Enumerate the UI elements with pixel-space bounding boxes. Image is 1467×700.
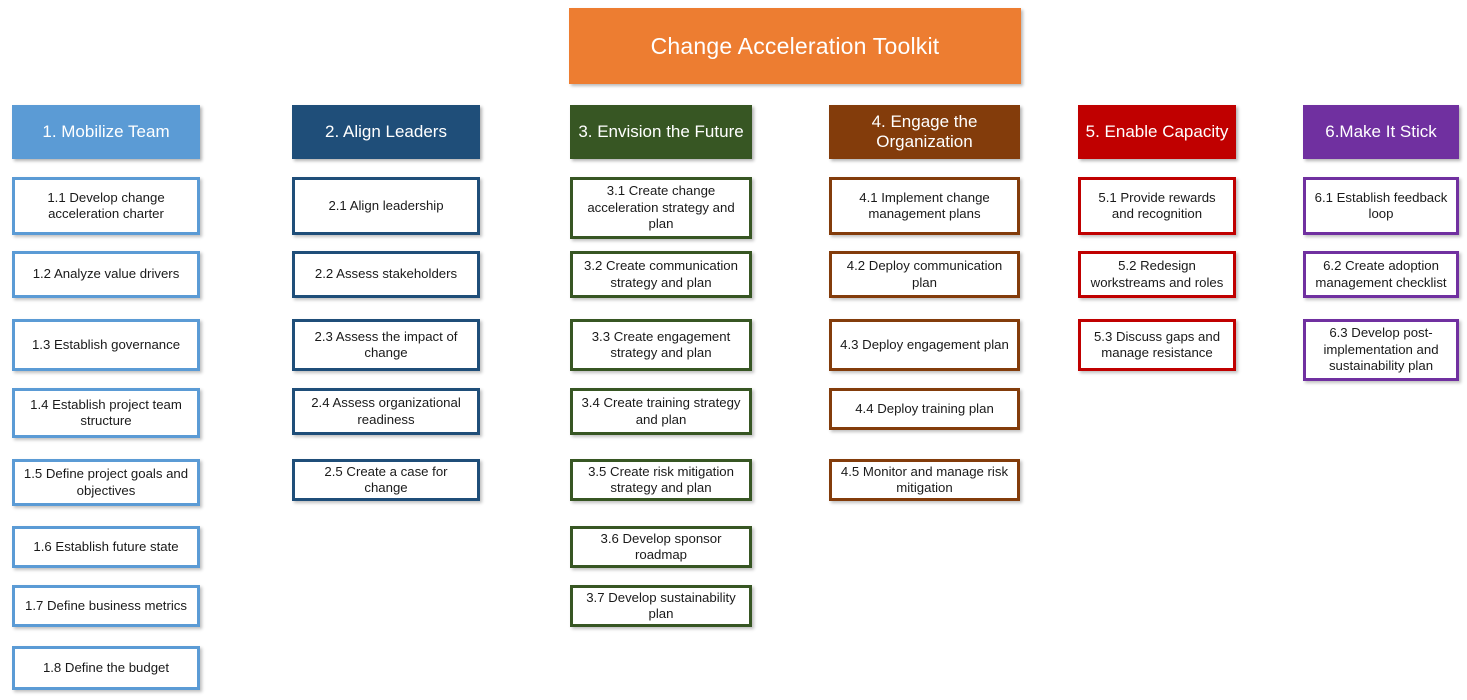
- task-box-label: 5.2 Redesign workstreams and roles: [1090, 258, 1224, 290]
- task-box-mobilize-team-8[interactable]: 1.8 Define the budget: [12, 646, 200, 690]
- task-box-label: 1.7 Define business metrics: [25, 597, 187, 613]
- task-box-label: 1.3 Establish governance: [31, 336, 181, 352]
- column-header-enable-capacity[interactable]: 5. Enable Capacity: [1078, 105, 1236, 159]
- column-header-align-leaders[interactable]: 2. Align Leaders: [292, 105, 480, 159]
- task-box-label: 4.5 Monitor and manage risk mitigation: [840, 463, 1009, 496]
- column-header-label: 6.Make It Stick: [1325, 122, 1437, 141]
- task-box-label: 3.3 Create engagement strategy and plan: [591, 328, 731, 361]
- column-make-it-stick: 6.Make It Stick 6.1 Establish feedback lo…: [1303, 105, 1459, 381]
- task-box-enable-capacity-3[interactable]: 5.3 Discuss gaps and manage resistance: [1078, 319, 1236, 371]
- task-box-mobilize-team-4[interactable]: 1.4 Establish project team structure: [12, 388, 200, 438]
- column-enable-capacity: 5. Enable Capacity 5.1 Provide rewards an…: [1078, 105, 1236, 371]
- task-box-envision-the-future-6[interactable]: 3.6 Develop sponsor roadmap: [570, 526, 752, 568]
- task-box-engage-the-organization-1[interactable]: 4.1 Implement change management plans: [829, 177, 1020, 235]
- column-header-label: 4. Engage the Organization: [871, 112, 978, 151]
- task-box-make-it-stick-1[interactable]: 6.1 Establish feedback loop: [1303, 177, 1459, 235]
- column-header-label: 3. Envision the Future: [578, 122, 744, 141]
- task-box-envision-the-future-4[interactable]: 3.4 Create training strategy and plan: [570, 388, 752, 435]
- task-box-make-it-stick-3[interactable]: 6.3 Develop post-implementation and sust…: [1303, 319, 1459, 381]
- task-box-envision-the-future-2[interactable]: 3.2 Create communication strategy and pl…: [570, 251, 752, 298]
- task-box-mobilize-team-3[interactable]: 1.3 Establish governance: [12, 319, 200, 371]
- column-header-label: 2. Align Leaders: [325, 122, 447, 141]
- task-box-mobilize-team-5[interactable]: 1.5 Define project goals and objectives: [12, 459, 200, 506]
- task-box-label: 2.4 Assess organizational readiness: [311, 395, 461, 427]
- column-header-label: 1. Mobilize Team: [42, 122, 170, 141]
- column-header-mobilize-team[interactable]: 1. Mobilize Team: [12, 105, 200, 159]
- diagram-title-banner: Change Acceleration Toolkit: [569, 8, 1021, 84]
- task-box-label: 5.3 Discuss gaps and manage resistance: [1093, 328, 1221, 361]
- task-box-label: 2.1 Align leadership: [328, 197, 444, 213]
- task-box-label: 1.5 Define project goals and objectives: [23, 466, 189, 498]
- task-box-label: 1.6 Establish future state: [33, 538, 179, 554]
- task-box-engage-the-organization-2[interactable]: 4.2 Deploy communication plan: [829, 251, 1020, 298]
- task-box-label: 2.3 Assess the impact of change: [314, 328, 458, 361]
- task-box-align-leaders-1[interactable]: 2.1 Align leadership: [292, 177, 480, 235]
- task-box-label: 4.4 Deploy training plan: [855, 400, 994, 416]
- task-box-label: 1.1 Develop change acceleration charter: [47, 189, 165, 222]
- task-box-align-leaders-2[interactable]: 2.2 Assess stakeholders: [292, 251, 480, 298]
- task-box-envision-the-future-1[interactable]: 3.1 Create change acceleration strategy …: [570, 177, 752, 239]
- task-box-label: 3.1 Create change acceleration strategy …: [587, 183, 735, 232]
- task-box-envision-the-future-5[interactable]: 3.5 Create risk mitigation strategy and …: [570, 459, 752, 501]
- task-box-mobilize-team-7[interactable]: 1.7 Define business metrics: [12, 585, 200, 627]
- task-box-mobilize-team-6[interactable]: 1.6 Establish future state: [12, 526, 200, 568]
- task-box-make-it-stick-2[interactable]: 6.2 Create adoption management checklist: [1303, 251, 1459, 298]
- diagram-title-text: Change Acceleration Toolkit: [650, 32, 940, 59]
- column-align-leaders: 2. Align Leaders 2.1 Align leadership 2.2 …: [292, 105, 480, 501]
- task-box-label: 2.5 Create a case for change: [324, 463, 448, 496]
- task-box-label: 4.2 Deploy communication plan: [846, 258, 1003, 290]
- task-box-label: 3.7 Develop sustainability plan: [586, 589, 736, 622]
- task-box-mobilize-team-2[interactable]: 1.2 Analyze value drivers: [12, 251, 200, 298]
- task-box-label: 3.5 Create risk mitigation strategy and …: [588, 463, 734, 496]
- column-envision-the-future: 3. Envision the Future 3.1 Create change …: [570, 105, 752, 627]
- task-box-label: 4.1 Implement change management plans: [859, 189, 990, 222]
- task-box-label: 6.3 Develop post-implementation and sust…: [1323, 325, 1439, 374]
- task-box-label: 1.2 Analyze value drivers: [32, 266, 180, 282]
- task-box-enable-capacity-2[interactable]: 5.2 Redesign workstreams and roles: [1078, 251, 1236, 298]
- task-box-label: 1.8 Define the budget: [42, 659, 170, 675]
- task-box-label: 6.2 Create adoption management checklist: [1315, 258, 1447, 290]
- task-box-label: 2.2 Assess stakeholders: [314, 266, 458, 282]
- task-box-label: 1.4 Establish project team structure: [30, 396, 182, 429]
- column-header-engage-the-organization[interactable]: 4. Engage the Organization: [829, 105, 1020, 159]
- task-box-label: 5.1 Provide rewards and recognition: [1098, 189, 1216, 222]
- column-header-label: 5. Enable Capacity: [1085, 122, 1229, 141]
- change-acceleration-toolkit-diagram: Change Acceleration Toolkit 1. Mobilize …: [0, 0, 1467, 700]
- task-box-align-leaders-5[interactable]: 2.5 Create a case for change: [292, 459, 480, 501]
- task-box-label: 6.1 Establish feedback loop: [1314, 189, 1448, 222]
- column-mobilize-team: 1. Mobilize Team 1.1 Develop change accel…: [12, 105, 200, 690]
- task-box-envision-the-future-7[interactable]: 3.7 Develop sustainability plan: [570, 585, 752, 627]
- task-box-envision-the-future-3[interactable]: 3.3 Create engagement strategy and plan: [570, 319, 752, 371]
- column-engage-the-organization: 4. Engage the Organization 4.1 Implement …: [829, 105, 1020, 501]
- column-header-make-it-stick[interactable]: 6.Make It Stick: [1303, 105, 1459, 159]
- task-box-label: 3.4 Create training strategy and plan: [581, 395, 741, 427]
- task-box-label: 3.6 Develop sponsor roadmap: [600, 530, 722, 563]
- task-box-engage-the-organization-3[interactable]: 4.3 Deploy engagement plan: [829, 319, 1020, 371]
- task-box-mobilize-team-1[interactable]: 1.1 Develop change acceleration charter: [12, 177, 200, 235]
- task-box-engage-the-organization-5[interactable]: 4.5 Monitor and manage risk mitigation: [829, 459, 1020, 501]
- task-box-engage-the-organization-4[interactable]: 4.4 Deploy training plan: [829, 388, 1020, 430]
- task-box-label: 4.3 Deploy engagement plan: [840, 336, 1009, 352]
- task-box-align-leaders-3[interactable]: 2.3 Assess the impact of change: [292, 319, 480, 371]
- task-box-label: 3.2 Create communication strategy and pl…: [584, 258, 738, 290]
- column-header-envision-the-future[interactable]: 3. Envision the Future: [570, 105, 752, 159]
- task-box-enable-capacity-1[interactable]: 5.1 Provide rewards and recognition: [1078, 177, 1236, 235]
- task-box-align-leaders-4[interactable]: 2.4 Assess organizational readiness: [292, 388, 480, 435]
